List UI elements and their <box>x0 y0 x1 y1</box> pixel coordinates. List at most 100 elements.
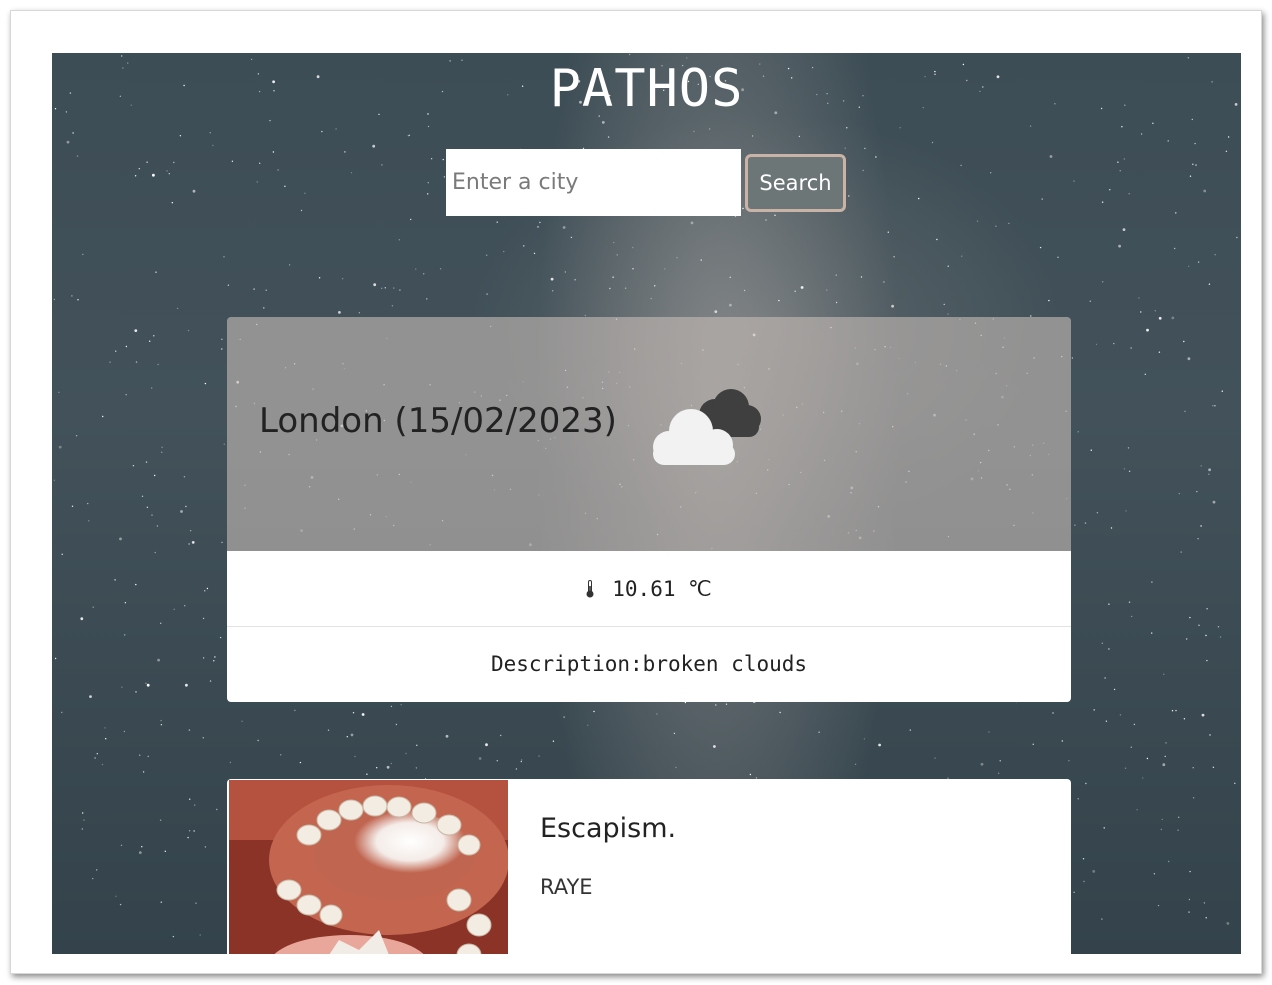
star <box>53 479 56 481</box>
star <box>157 363 159 366</box>
star <box>1090 449 1093 451</box>
star <box>628 53 631 56</box>
star <box>1068 760 1070 762</box>
star <box>430 158 433 160</box>
star <box>675 766 677 769</box>
star <box>151 514 153 516</box>
star <box>864 147 866 150</box>
star <box>82 253 84 256</box>
star <box>145 461 148 463</box>
star <box>161 451 163 453</box>
star <box>221 348 223 350</box>
star <box>259 162 261 164</box>
star <box>154 474 156 477</box>
star <box>1039 246 1042 249</box>
star <box>1151 632 1153 634</box>
star <box>496 760 498 762</box>
star <box>1236 236 1238 239</box>
star <box>632 268 634 270</box>
star <box>187 836 189 839</box>
star <box>1093 709 1095 711</box>
star <box>1152 122 1154 125</box>
star <box>1226 922 1230 925</box>
star <box>1122 228 1126 232</box>
star <box>478 757 482 760</box>
star <box>1189 870 1191 873</box>
star <box>185 505 187 508</box>
star <box>1188 898 1191 901</box>
star <box>153 335 155 337</box>
star <box>875 156 877 158</box>
star <box>1197 538 1199 540</box>
star <box>729 303 732 307</box>
star <box>1092 870 1096 873</box>
star <box>1162 763 1166 767</box>
star <box>132 465 135 467</box>
star <box>1101 642 1104 644</box>
star <box>1234 782 1236 784</box>
star <box>765 219 767 221</box>
star <box>1189 616 1191 619</box>
star <box>338 311 341 314</box>
star <box>998 772 1000 774</box>
star <box>1101 918 1103 920</box>
star <box>154 551 156 554</box>
weather-description: Description:broken clouds <box>490 652 808 676</box>
star <box>171 202 173 204</box>
star <box>318 277 321 279</box>
star <box>358 312 361 314</box>
star <box>1183 340 1185 343</box>
star <box>187 329 190 332</box>
star <box>416 744 418 746</box>
star <box>999 760 1001 762</box>
star <box>729 276 731 278</box>
city-search-input[interactable] <box>446 149 741 216</box>
star <box>335 128 337 130</box>
star <box>607 136 610 138</box>
star <box>53 298 56 301</box>
star <box>146 506 149 508</box>
star <box>1101 201 1104 203</box>
star <box>918 197 920 200</box>
star <box>1073 891 1075 893</box>
star <box>676 257 678 259</box>
star <box>160 719 162 722</box>
star <box>1077 431 1079 433</box>
star <box>96 869 98 871</box>
star <box>147 755 149 758</box>
star <box>743 289 746 292</box>
star <box>1178 816 1180 818</box>
star <box>427 125 430 128</box>
star <box>442 158 444 161</box>
star <box>176 307 179 310</box>
star <box>1049 155 1053 158</box>
star <box>427 182 429 184</box>
star <box>1205 917 1207 919</box>
star <box>1104 677 1106 679</box>
star <box>1151 581 1153 583</box>
star <box>1196 490 1198 493</box>
star <box>160 901 162 903</box>
star <box>1032 743 1034 745</box>
star <box>179 135 182 137</box>
star <box>624 287 627 289</box>
search-button[interactable]: Search <box>745 154 846 212</box>
star <box>1175 709 1177 712</box>
album-art-image <box>229 780 508 954</box>
star <box>818 731 820 733</box>
star <box>1206 659 1208 662</box>
star <box>520 760 522 763</box>
star <box>1198 624 1200 626</box>
description-row: Description:broken clouds <box>227 627 1071 702</box>
song-card[interactable]: Escapism. RAYE <box>227 779 1071 954</box>
star <box>947 265 949 267</box>
star <box>714 310 718 313</box>
star <box>1158 351 1161 353</box>
star <box>80 617 84 621</box>
star <box>800 286 804 289</box>
star <box>77 299 79 301</box>
star <box>539 221 541 224</box>
star <box>485 743 488 747</box>
weather-city-date: London (15/02/2023) <box>259 401 617 441</box>
star <box>515 768 518 770</box>
